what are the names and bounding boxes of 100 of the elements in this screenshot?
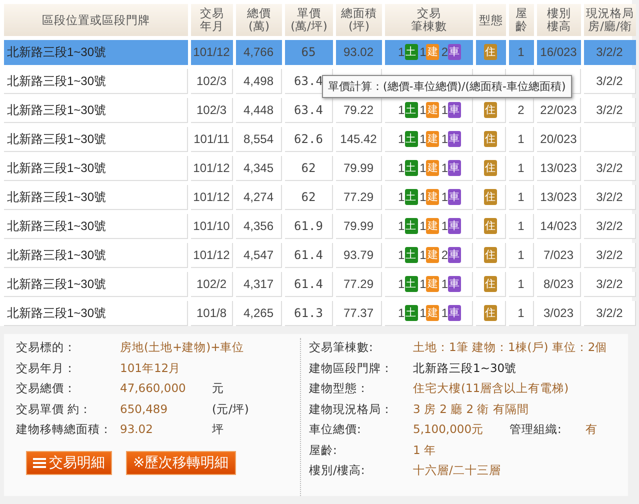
table-cell: 4,265	[236, 301, 282, 326]
category-badge: 車	[448, 102, 462, 118]
table-cell: 61.9	[285, 214, 333, 239]
count-text: 1	[420, 306, 426, 320]
table-cell: 4,766	[236, 40, 282, 65]
type-badge: 住	[484, 276, 497, 292]
table-cell: 101/8	[191, 301, 233, 326]
count-text: 1	[398, 161, 405, 175]
count-text: 1	[398, 306, 405, 320]
table-cell: 3/2/2	[584, 301, 636, 326]
category-badge: 土	[404, 102, 418, 118]
category-badge: 車	[448, 189, 462, 205]
count-text: 1	[420, 219, 426, 233]
table-cell: 13/023	[537, 156, 581, 181]
column-header[interactable]: (萬)	[248, 20, 270, 33]
column-header[interactable]: 屋	[516, 7, 528, 20]
table-cell: 61.3	[285, 301, 333, 326]
category-badge: 建	[426, 218, 440, 234]
column-header[interactable]: 齡	[516, 20, 528, 33]
table-cell: 3/2/2	[584, 69, 636, 94]
column-header[interactable]: 年月	[200, 20, 224, 33]
type-badge: 住	[484, 189, 497, 205]
detail-button[interactable]: 交易明細	[26, 450, 112, 474]
table-cell: 61.4	[285, 243, 333, 268]
table-cell: 3/2/2	[584, 243, 636, 268]
table-cell: 16/023	[537, 40, 581, 65]
table-cell: 北新路三段1~30號	[4, 301, 188, 326]
category-badge: 建	[426, 44, 440, 60]
table-cell: 77.29	[336, 272, 382, 297]
field-value: 北新路三段1~30號	[413, 360, 517, 376]
field-label: 屋齡:	[309, 442, 338, 458]
column-header[interactable]: 樓別	[547, 7, 571, 20]
column-header[interactable]: (坪)	[348, 20, 370, 33]
column-header[interactable]: 筆棟數	[411, 20, 447, 33]
field-value: 93.02	[120, 422, 154, 438]
category-badge: 建	[426, 247, 440, 263]
column-header[interactable]: 樓高	[547, 20, 571, 33]
category-badge: 土	[404, 276, 418, 292]
column-header[interactable]: (萬/坪)	[290, 20, 328, 33]
column-header[interactable]: 總價	[247, 7, 271, 20]
field-value: 十六層/二十三層	[413, 463, 501, 479]
category-badge: 土	[404, 131, 418, 147]
table-cell: 1	[509, 127, 534, 152]
table-cell: 3/2/2	[584, 185, 636, 210]
category-badge: 車	[448, 131, 462, 147]
table-cell: 93.02	[336, 40, 382, 65]
category-badge: 車	[448, 160, 462, 176]
count-text: 1	[420, 132, 426, 146]
category-badge: 車	[448, 247, 462, 263]
count-text: 1	[441, 161, 448, 175]
table-cell: 北新路三段1~30號	[4, 127, 188, 152]
table-cell: 8,554	[236, 127, 282, 152]
column-header[interactable]: 單價	[297, 7, 321, 20]
table-cell: 1	[509, 156, 534, 181]
table-cell: 北新路三段1~30號	[4, 272, 188, 297]
column-header[interactable]: 區段位置或區段門牌	[42, 14, 150, 26]
column-header[interactable]: 現況格局	[586, 7, 634, 20]
table-cell: 1	[509, 214, 534, 239]
table-cell: 3/2/2	[584, 272, 636, 297]
table-cell: 62.6	[285, 127, 333, 152]
column-header[interactable]: 交易	[417, 7, 441, 20]
category-badge: 建	[426, 131, 440, 147]
type-badge: 住	[484, 247, 497, 263]
count-text: 2	[441, 248, 448, 262]
count-text: 1	[398, 190, 405, 204]
column-header[interactable]: 房/廳/衛	[588, 20, 632, 33]
table-cell: 3/2/2	[584, 40, 636, 65]
field-value: 650,489	[120, 402, 169, 418]
table-cell: 20/023	[537, 127, 581, 152]
list-icon	[33, 458, 46, 468]
table-cell: 1	[509, 185, 534, 210]
table-cell: 4,498	[236, 69, 282, 94]
field-label: 交易筆棟數:	[309, 340, 374, 356]
type-badge: 住	[484, 305, 497, 321]
column-header[interactable]: 交易	[200, 7, 224, 20]
column-header[interactable]: 總面積	[341, 7, 377, 20]
count-text: 1	[398, 103, 405, 117]
field-label: 建物現況格局：	[309, 402, 394, 418]
category-badge: 土	[404, 189, 418, 205]
field-label: 樓別/樓高:	[309, 463, 366, 479]
field-label: 車位總價:	[309, 422, 362, 438]
count-text: 1	[441, 277, 448, 291]
table-cell: 1	[509, 272, 534, 297]
table-cell: 102/2	[191, 272, 233, 297]
column-header[interactable]: 型態	[479, 14, 503, 26]
type-badge: 住	[484, 102, 497, 118]
table-cell: 61.4	[285, 272, 333, 297]
table-cell: 101/12	[191, 156, 233, 181]
type-badge: 住	[484, 218, 497, 234]
table-cell: 3/2/2	[584, 98, 636, 123]
type-badge: 住	[484, 160, 497, 176]
table-cell: 4,274	[236, 185, 282, 210]
detail-button[interactable]: ※歷次移轉明細	[126, 450, 236, 474]
count-text: 1	[420, 190, 426, 204]
table-cell: 145.42	[336, 127, 382, 152]
count-text: 1	[420, 103, 426, 117]
table-cell: 63.4	[285, 98, 333, 123]
category-badge: 建	[426, 160, 440, 176]
category-badge: 建	[426, 305, 440, 321]
category-badge: 車	[448, 218, 462, 234]
